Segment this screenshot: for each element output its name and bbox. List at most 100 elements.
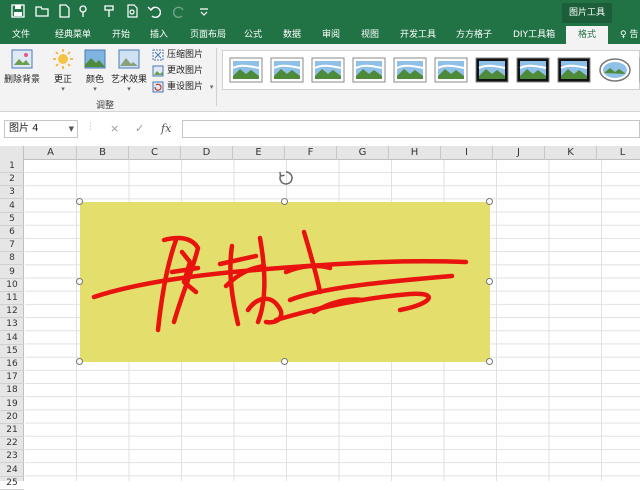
- row-header-22[interactable]: 22: [0, 437, 24, 451]
- formula-bar: 图片 4 ▼ ⋮ × ✓ fx: [0, 115, 640, 141]
- resize-handle-bottom[interactable]: [281, 358, 288, 365]
- row-header-20[interactable]: 20: [0, 411, 24, 424]
- picture-style-1[interactable]: [229, 56, 263, 84]
- resize-handle-top-right[interactable]: [486, 198, 493, 205]
- column-header-k[interactable]: K: [545, 146, 597, 160]
- row-header-9[interactable]: 9: [0, 266, 24, 279]
- row-header-6[interactable]: 6: [0, 226, 24, 239]
- tab-formulas[interactable]: 公式: [244, 26, 262, 44]
- picture-style-5[interactable]: [393, 56, 427, 84]
- change-picture-button[interactable]: 更改图片: [152, 63, 203, 77]
- name-box[interactable]: 图片 4 ▼: [4, 120, 78, 138]
- column-header-g[interactable]: G: [337, 146, 389, 160]
- tab-fangfang[interactable]: 方方格子: [456, 26, 492, 44]
- row-header-4[interactable]: 4: [0, 200, 24, 213]
- column-header-a[interactable]: A: [25, 146, 77, 160]
- row-header-21[interactable]: 21: [0, 424, 24, 437]
- cancel-icon[interactable]: ×: [110, 122, 119, 135]
- tab-data[interactable]: 数据: [283, 26, 301, 44]
- format-painter-icon[interactable]: [102, 4, 118, 20]
- row-header-8[interactable]: 8: [0, 252, 24, 266]
- color-button[interactable]: 颜色 ▾: [82, 48, 108, 93]
- select-all-corner[interactable]: [0, 146, 24, 160]
- tab-tell-me[interactable]: ♀ 告: [620, 26, 638, 44]
- column-header-i[interactable]: I: [441, 146, 493, 160]
- reset-picture-button[interactable]: 重设图片 ▾: [152, 79, 213, 93]
- new-file-icon[interactable]: [56, 4, 72, 20]
- row-header-15[interactable]: 15: [0, 345, 24, 358]
- picture-style-4[interactable]: [352, 56, 386, 84]
- chevron-down-icon[interactable]: ▼: [69, 121, 74, 137]
- resize-handle-right[interactable]: [486, 278, 493, 285]
- rotate-handle-icon[interactable]: [278, 170, 294, 186]
- signature-picture[interactable]: [80, 202, 490, 362]
- tab-diy-toolbox[interactable]: DIY工具箱: [513, 26, 555, 44]
- row-header-2[interactable]: 2: [0, 173, 24, 187]
- resize-handle-top-left[interactable]: [76, 198, 83, 205]
- row-header-11[interactable]: 11: [0, 292, 24, 305]
- row-header-14[interactable]: 14: [0, 332, 24, 345]
- row-header-18[interactable]: 18: [0, 384, 24, 398]
- row-header-12[interactable]: 12: [0, 305, 24, 319]
- touch-mode-icon[interactable]: [76, 4, 92, 20]
- compress-icon: [152, 49, 164, 60]
- row-header-3[interactable]: 3: [0, 186, 24, 200]
- picture-style-10[interactable]: [598, 56, 632, 84]
- tab-insert[interactable]: 插入: [150, 26, 168, 44]
- row-header-13[interactable]: 13: [0, 318, 24, 332]
- resize-handle-bottom-left[interactable]: [76, 358, 83, 365]
- redo-icon[interactable]: [172, 4, 188, 20]
- row-header-16[interactable]: 16: [0, 358, 24, 371]
- ribbon-tabs: 文件 经典菜单 开始 插入 页面布局 公式 数据 审阅 视图 开发工具 方方格子…: [0, 26, 640, 44]
- column-header-e[interactable]: E: [233, 146, 285, 160]
- print-preview-icon[interactable]: [124, 4, 140, 20]
- enter-icon[interactable]: ✓: [135, 122, 144, 135]
- column-header-j[interactable]: J: [493, 146, 545, 160]
- row-header-17[interactable]: 17: [0, 371, 24, 385]
- tab-file[interactable]: 文件: [12, 26, 30, 44]
- picture-style-6[interactable]: [434, 56, 468, 84]
- picture-style-2[interactable]: [270, 56, 304, 84]
- column-header-h[interactable]: H: [389, 146, 441, 160]
- customize-icon[interactable]: [196, 4, 212, 20]
- picture-style-8[interactable]: [516, 56, 550, 84]
- change-picture-icon: [152, 65, 164, 76]
- corrections-button[interactable]: 更正 ▾: [50, 48, 76, 93]
- row-header-23[interactable]: 23: [0, 450, 24, 464]
- ribbon: 删除背景 更正 ▾ 颜色 ▾ 艺术效果 ▾ 压缩图片 更改图片 重设图片 ▾ 调…: [0, 44, 640, 112]
- column-header-f[interactable]: F: [285, 146, 337, 160]
- column-header-l[interactable]: L: [597, 146, 640, 160]
- row-header-10[interactable]: 10: [0, 279, 24, 292]
- picture-style-9[interactable]: [557, 56, 591, 84]
- remove-background-button[interactable]: 删除背景: [4, 48, 40, 85]
- tab-developer[interactable]: 开发工具: [400, 26, 436, 44]
- picture-style-3[interactable]: [311, 56, 345, 84]
- save-icon[interactable]: [10, 4, 26, 20]
- undo-icon[interactable]: [146, 4, 162, 20]
- tab-format[interactable]: 格式: [566, 26, 608, 44]
- column-header-d[interactable]: D: [181, 146, 233, 160]
- row-header-19[interactable]: 19: [0, 398, 24, 411]
- row-header-5[interactable]: 5: [0, 213, 24, 226]
- picture-style-7[interactable]: [475, 56, 509, 84]
- tab-review[interactable]: 审阅: [322, 26, 340, 44]
- row-header-7[interactable]: 7: [0, 239, 24, 253]
- column-header-b[interactable]: B: [77, 146, 129, 160]
- row-header-25[interactable]: 25: [0, 477, 24, 490]
- tab-classic-menu[interactable]: 经典菜单: [55, 26, 91, 44]
- resize-handle-left[interactable]: [76, 278, 83, 285]
- row-header-24[interactable]: 24: [0, 464, 24, 477]
- open-folder-icon[interactable]: [34, 4, 50, 20]
- resize-handle-bottom-right[interactable]: [486, 358, 493, 365]
- tab-view[interactable]: 视图: [361, 26, 379, 44]
- insert-function-icon[interactable]: fx: [161, 122, 171, 135]
- row-header-1[interactable]: 1: [0, 160, 24, 173]
- compress-pictures-button[interactable]: 压缩图片: [152, 47, 203, 61]
- tab-page-layout[interactable]: 页面布局: [190, 26, 226, 44]
- resize-handle-top[interactable]: [281, 198, 288, 205]
- artistic-effects-button[interactable]: 艺术效果 ▾: [110, 48, 148, 93]
- picture-tools-context-title: 图片工具: [562, 3, 612, 23]
- formula-input[interactable]: [182, 120, 640, 138]
- tab-home[interactable]: 开始: [112, 26, 130, 44]
- column-header-c[interactable]: C: [129, 146, 181, 160]
